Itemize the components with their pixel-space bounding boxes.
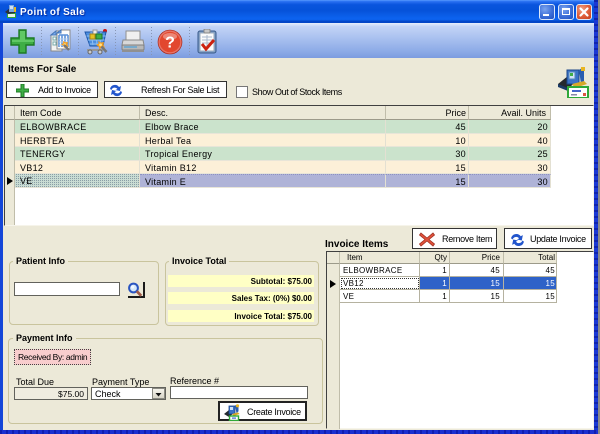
svg-text:?: ? [165, 35, 175, 52]
